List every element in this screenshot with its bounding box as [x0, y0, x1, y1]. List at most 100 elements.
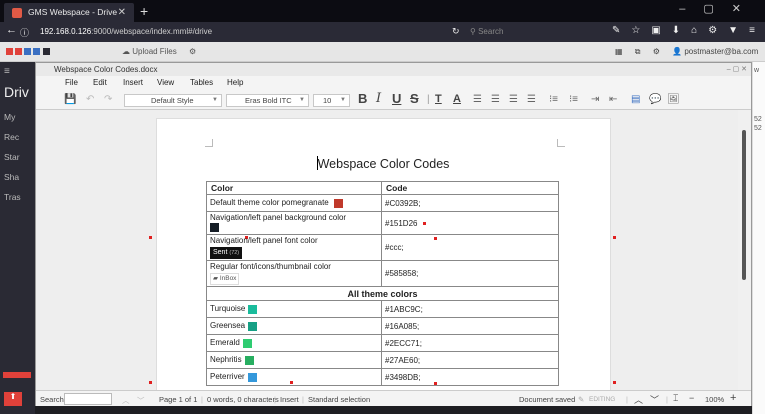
settings-icon[interactable]: ⚙	[189, 47, 196, 56]
zoom-out-icon[interactable]: −	[689, 393, 694, 403]
justify-icon[interactable]: ☰	[527, 94, 536, 105]
paragraph-style-select[interactable]: Default Style ▼	[124, 94, 222, 107]
scrollbar-thumb[interactable]	[742, 130, 746, 280]
table-row[interactable]: Default theme color pomegranate #C0392B;	[206, 194, 559, 212]
redo-icon[interactable]: ↷	[104, 94, 112, 105]
back-icon[interactable]: ←	[6, 24, 17, 36]
sidebar-item-my[interactable]: My	[4, 112, 15, 122]
sidebar-item-shared[interactable]: Sha	[4, 172, 19, 182]
comment-icon[interactable]: 💬	[649, 94, 661, 105]
table-row[interactable]: Navigation/left panel font color Sent (72…	[206, 234, 559, 261]
bulleted-list-icon[interactable]: ⁝≡	[549, 94, 558, 105]
undo-icon[interactable]: ↶	[86, 94, 94, 105]
window-controls[interactable]: –▢✕	[679, 2, 759, 15]
menu-tables[interactable]: Tables	[190, 78, 213, 87]
color-cell[interactable]: Regular font/icons/thumbnail color ▰ InBo…	[206, 260, 382, 287]
toolbar-icons[interactable]: ✎☆▣⬇⌂⚙▼≡	[612, 25, 765, 36]
color-cell[interactable]: Greensea	[206, 317, 382, 335]
italic-icon[interactable]: I	[376, 91, 381, 106]
menu-view[interactable]: View	[157, 78, 174, 87]
fit-width-icon[interactable]: ⌶	[673, 393, 678, 404]
document-canvas[interactable]: Webspace Color Codes Color Code Default …	[36, 110, 738, 390]
menu-help[interactable]: Help	[227, 78, 243, 87]
color-cell[interactable]: Default theme color pomegranate	[206, 194, 382, 212]
editing-toggle[interactable]: EDITING	[589, 396, 615, 403]
text-color-icon[interactable]: T	[435, 93, 442, 105]
color-cell[interactable]: Nephritis	[206, 351, 382, 369]
color-cell[interactable]: Navigation/left panel background color	[206, 211, 382, 235]
selection-mode[interactable]: Standard selection	[308, 395, 370, 404]
bold-icon[interactable]: B	[358, 91, 367, 106]
strikethrough-icon[interactable]: S	[410, 91, 419, 106]
color-cell[interactable]: Peterriver	[206, 368, 382, 386]
find-previous-icon[interactable]: ︿	[122, 395, 130, 406]
gear-icon[interactable]: ⚙	[653, 47, 660, 56]
code-cell[interactable]: #3498DB;	[381, 368, 559, 386]
underline-icon[interactable]: U	[392, 91, 401, 106]
font-family-select[interactable]: Eras Bold ITC ▼	[226, 94, 309, 107]
zoom-in-icon[interactable]: +	[730, 392, 736, 404]
external-icon[interactable]: ⧉	[635, 47, 641, 56]
code-cell[interactable]: #585858;	[381, 260, 559, 287]
sidebar-item-trash[interactable]: Tras	[4, 192, 21, 202]
image-icon[interactable]: 🖼	[667, 94, 680, 105]
code-cell[interactable]: #27AE60;	[381, 351, 559, 369]
document-page[interactable]: Webspace Color Codes Color Code Default …	[149, 118, 616, 390]
color-codes-table[interactable]: Color Code Default theme color pomegrana…	[206, 181, 559, 386]
upload-icon[interactable]: ⬆	[4, 392, 22, 406]
user-area[interactable]: ▦ ⧉ ⚙ 👤 postmaster@ba.com	[615, 45, 758, 59]
section-row[interactable]: All theme colors	[206, 286, 559, 301]
table-row[interactable]: Emerald #2ECC71;	[206, 334, 559, 352]
vertical-scrollbar[interactable]	[738, 110, 751, 390]
new-tab-icon[interactable]: +	[140, 2, 148, 20]
next-page-icon[interactable]: ﹀	[650, 393, 659, 406]
pencil-icon[interactable]: ✎	[578, 395, 584, 404]
code-cell[interactable]: #151D26	[381, 211, 559, 235]
sidebar-item-recent[interactable]: Rec	[4, 132, 19, 142]
numbered-list-icon[interactable]: ⁝≡	[569, 94, 578, 105]
close-tab-icon[interactable]: ✕	[118, 3, 126, 22]
table-row[interactable]: Peterriver #3498DB;	[206, 368, 559, 386]
code-cell[interactable]: #1ABC9C;	[381, 300, 559, 318]
highlight-icon[interactable]: A	[453, 93, 461, 105]
code-cell[interactable]: #2ECC71;	[381, 334, 559, 352]
align-right-icon[interactable]: ☰	[509, 94, 518, 105]
menu-icon[interactable]: ≡	[4, 66, 10, 77]
table-icon[interactable]: ▤	[631, 94, 640, 105]
browser-tab[interactable]: GMS Webspace - Drive ✕	[4, 3, 134, 22]
outdent-icon[interactable]: ⇤	[609, 94, 617, 105]
indent-icon[interactable]: ⇥	[591, 94, 599, 105]
section-heading[interactable]: All theme colors	[206, 286, 559, 301]
find-input[interactable]	[64, 393, 112, 405]
menu-edit[interactable]: Edit	[93, 78, 107, 87]
insert-mode[interactable]: Insert	[280, 395, 299, 404]
find-next-icon[interactable]: ﹀	[137, 395, 145, 406]
table-row[interactable]: Greensea #16A085;	[206, 317, 559, 335]
save-icon[interactable]: 💾	[64, 94, 76, 105]
code-cell[interactable]: #16A085;	[381, 317, 559, 335]
previous-page-icon[interactable]: ︿	[634, 393, 643, 406]
code-cell[interactable]: #C0392B;	[381, 194, 559, 212]
color-cell[interactable]: Emerald	[206, 334, 382, 352]
status-separator: |	[666, 395, 668, 404]
info-icon[interactable]: ⓘ	[20, 26, 29, 39]
menu-file[interactable]: File	[65, 78, 78, 87]
color-cell[interactable]: Turquoise	[206, 300, 382, 318]
sidebar-item-starred[interactable]: Star	[4, 152, 20, 162]
menu-insert[interactable]: Insert	[123, 78, 143, 87]
table-row[interactable]: Turquoise #1ABC9C;	[206, 300, 559, 318]
dialog-window-controls[interactable]: – ▢ ✕	[727, 63, 747, 76]
font-size-select[interactable]: 10 ▼	[313, 94, 350, 107]
code-cell[interactable]: #ccc;	[381, 234, 559, 261]
address-bar[interactable]: 192.168.0.126:9000/webspace/index.mml#/d…	[34, 25, 442, 39]
upload-files-button[interactable]: ☁ Upload Files ⚙	[122, 45, 196, 59]
table-row[interactable]: Navigation/left panel background color #…	[206, 211, 559, 235]
reload-icon[interactable]: ↻	[452, 26, 460, 37]
align-left-icon[interactable]: ☰	[473, 94, 482, 105]
color-cell[interactable]: Navigation/left panel font color Sent (72…	[206, 234, 382, 261]
search-box[interactable]: ⚲ Search	[466, 25, 606, 39]
table-row[interactable]: Regular font/icons/thumbnail color ▰ InBo…	[206, 260, 559, 287]
table-row[interactable]: Nephritis #27AE60;	[206, 351, 559, 369]
grid-icon[interactable]: ▦	[615, 47, 623, 56]
align-center-icon[interactable]: ☰	[491, 94, 500, 105]
